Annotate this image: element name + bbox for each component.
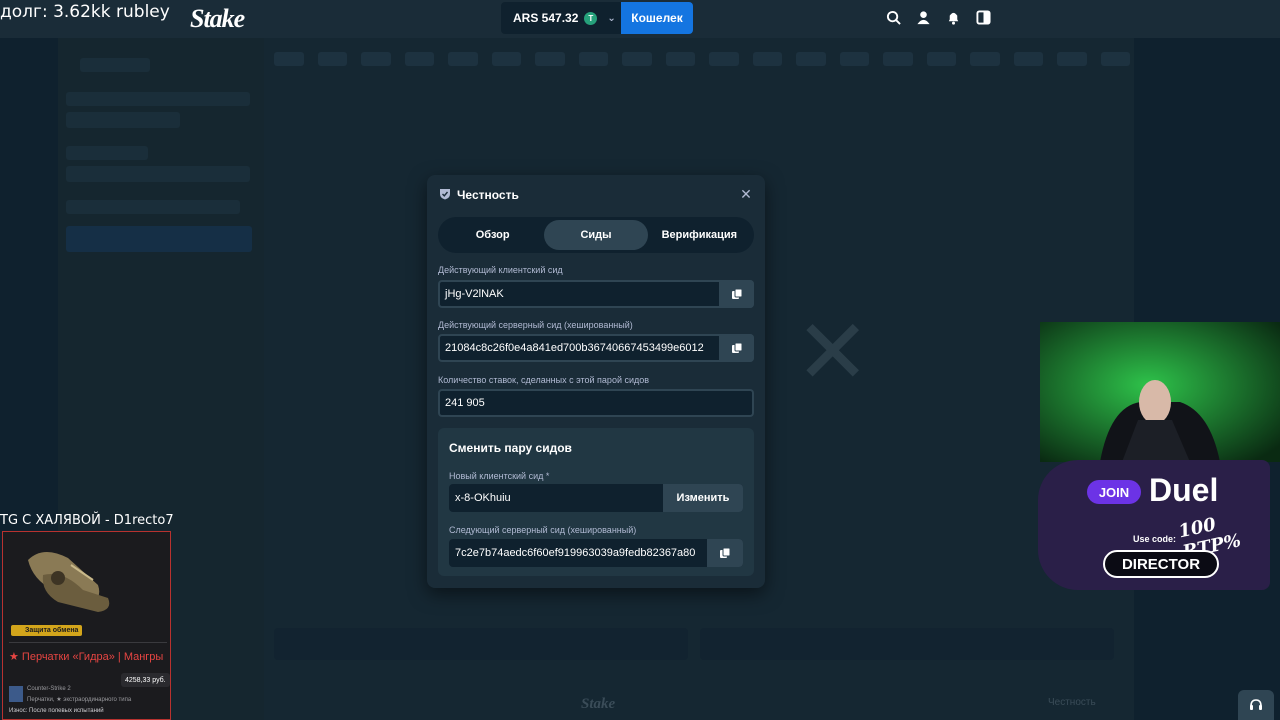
webcam-overlay [1040,322,1280,462]
modal-header: Честность [439,187,519,203]
headset-icon [1250,699,1262,710]
search-icon[interactable] [884,8,902,26]
ghost-element [274,628,688,660]
trade-protection-badge: Защита обмена [11,625,83,636]
skin-type: Перчатки, ★ экстраординарного типа [27,697,132,703]
bell-icon[interactable] [944,8,962,26]
copy-server-seed-button[interactable] [719,334,754,362]
ghost-element [66,92,250,106]
stream-debt-overlay: долг: 3.62kk rubley [0,2,170,22]
user-icon[interactable] [914,8,932,26]
ghost-element [66,146,148,160]
change-seed-pair-section: Сменить пару сидов Новый клиентский сид … [438,428,754,576]
copy-icon [731,342,742,353]
next-server-seed-field[interactable]: 7c2e7b74aedc6f60ef919963039a9fedb82367a8… [449,539,743,567]
ghost-element [66,200,240,214]
balance-amount: ARS 547.32 [513,11,579,25]
bets-count-label: Количество ставок, сделанных с этой паро… [438,375,650,385]
new-client-seed-label: Новый клиентский сид * [449,471,550,481]
copy-icon [731,288,742,299]
telegram-overlay-text: TG С ХАЛЯВОЙ - D1recto7 [0,513,174,528]
next-server-seed-value: 7c2e7b74aedc6f60ef919963039a9fedb82367a8… [455,547,696,559]
modal-title: Честность [457,188,519,202]
tab-overview[interactable]: Обзор [441,220,544,250]
duel-ad-banner[interactable]: JOIN Duel 100 RTP% Use code: DIRECTOR [1038,460,1270,590]
top-navigation-bar: Stake ARS 547.32 T ⌄ Кошелек [0,0,1280,38]
close-button[interactable]: ✕ [739,186,753,202]
tab-seeds[interactable]: Сиды [544,220,648,250]
footer-stake-logo: Stake [581,696,616,712]
new-client-seed-input[interactable]: x-8-OKhuiu Изменить [449,484,743,512]
client-seed-value: jHg-V2lNAK [445,288,504,300]
stake-logo[interactable]: Stake [190,4,245,34]
ghost-element [66,226,252,252]
skin-game: Counter-Strike 2 [27,686,71,692]
promo-code: DIRECTOR [1103,550,1219,578]
tether-coin-icon: T [584,11,598,25]
ghost-element [66,166,250,182]
shield-icon [439,188,451,203]
close-icon: ✕ [795,300,871,405]
gloves-image [13,540,123,620]
client-seed-label: Действующий клиентский сид [438,265,563,275]
support-button[interactable] [1238,690,1274,720]
fairness-tabs: Обзор Сиды Верификация [438,217,754,253]
bets-count-field: 241 905 [438,389,754,417]
multiplier-history-dimmed [270,52,1130,68]
duel-brand: Duel [1149,472,1219,508]
tab-verification[interactable]: Верификация [648,220,751,250]
skin-wear: Износ: После полевых испытаний [9,708,104,714]
server-seed-field[interactable]: 21084c8c26f0e4a841ed700b36740667453499e6… [438,334,754,362]
server-seed-label: Действующий серверный сид (хешированный) [438,320,633,330]
ghost-element [66,112,180,128]
copy-client-seed-button[interactable] [719,280,754,308]
join-badge: JOIN [1087,480,1141,504]
wallet-button[interactable]: Кошелек [621,2,693,34]
change-seed-button[interactable]: Изменить [663,484,743,512]
new-client-seed-value[interactable]: x-8-OKhuiu [449,492,663,504]
footer-fairness-link[interactable]: Честность [1048,697,1096,708]
client-seed-field[interactable]: jHg-V2lNAK [438,280,754,308]
copy-icon [720,547,731,558]
skin-card-overlay: Защита обмена ★ Перчатки «Гидра» | Мангр… [2,531,171,720]
fairness-modal: Честность ✕ Обзор Сиды Верификация Дейст… [427,175,765,588]
next-server-seed-label: Следующий серверный сид (хешированный) [449,525,637,535]
balance-selector[interactable]: ARS 547.32 T ⌄ [501,2,621,34]
skin-price: 4258,33 руб. [121,673,170,687]
server-seed-value: 21084c8c26f0e4a841ed700b36740667453499e6… [445,342,704,354]
use-code-label: Use code: [1133,534,1177,544]
change-seed-pair-title: Сменить пару сидов [449,441,572,455]
sidebar-toggle-icon[interactable] [974,8,992,26]
ghost-element [700,628,1114,660]
ghost-element [80,58,150,72]
chevron-down-icon: ⌄ [607,12,616,24]
skin-name: ★ Перчатки «Гидра» | Мангры [9,651,164,663]
cs2-icon [9,686,23,702]
bets-count-value: 241 905 [445,397,485,409]
copy-next-server-seed-button[interactable] [707,539,743,567]
divider [9,642,167,643]
